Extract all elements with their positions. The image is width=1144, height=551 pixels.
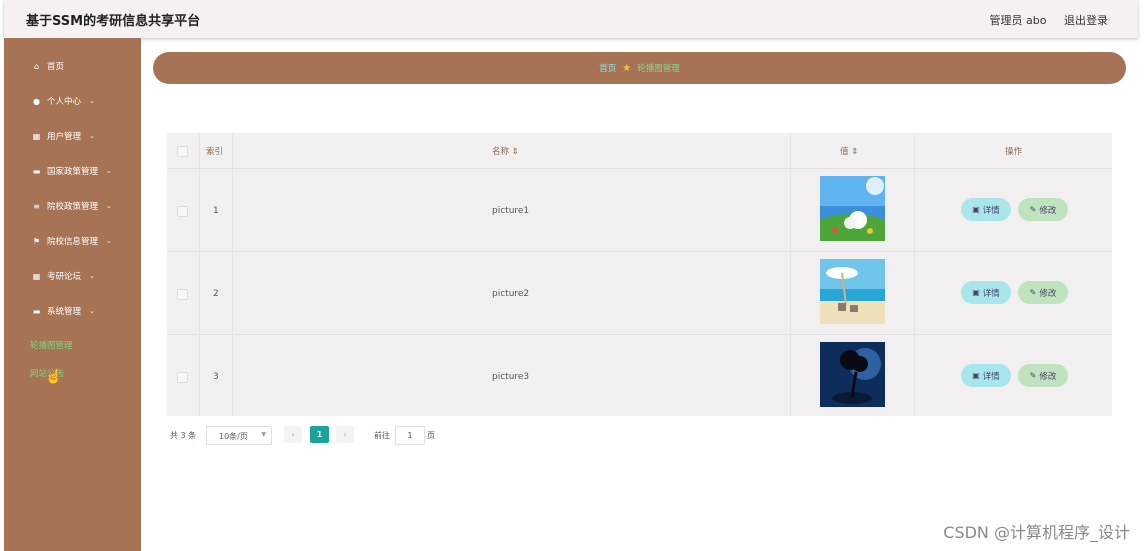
- row-index: 3: [213, 372, 219, 382]
- sidebar-item-label: 用户管理: [47, 132, 82, 142]
- edit-label: 修改: [1039, 205, 1057, 216]
- header-action: 操作: [1005, 147, 1023, 157]
- document-icon: ▣: [972, 205, 980, 214]
- total-count: 共 3 条: [170, 431, 197, 440]
- header-value[interactable]: 值 ⇕: [840, 145, 858, 157]
- next-page-button[interactable]: ›: [336, 426, 354, 443]
- detail-button[interactable]: ▣ 详情: [961, 364, 1011, 387]
- breadcrumb-current: 轮播图管理: [637, 64, 680, 74]
- page-size-value: 10条/页: [219, 432, 248, 441]
- breadcrumb-home-link[interactable]: 首页: [599, 62, 616, 74]
- document-icon: ▣: [972, 288, 980, 297]
- row-index: 2: [213, 289, 219, 299]
- table-row: 1 picture1 ▣ 详情 ✎ 修改: [167, 168, 1112, 251]
- sidebar-item-label: 国家政策管理: [47, 167, 99, 177]
- row-checkbox[interactable]: [177, 372, 188, 383]
- sidebar-item-national-policy[interactable]: ▬ 国家政策管理 ⌄: [32, 165, 112, 178]
- goto-page-input[interactable]: 1: [395, 426, 425, 445]
- card-icon: ▬: [32, 166, 41, 176]
- table-row: 3 picture3 ▣ 详情 ✎ 修改: [167, 334, 1112, 417]
- chevron-down-icon: ⌄: [106, 202, 112, 210]
- card-icon: ▬: [32, 306, 41, 316]
- sidebar-item-label: 考研论坛: [47, 272, 82, 282]
- data-table: 索引 名称 ⇕ 值 ⇕ 操作 1 picture1 ▣ 详情 ✎ 修改 2 pict…: [167, 133, 1112, 416]
- sidebar-item-system-management[interactable]: ▬ 系统管理 ⌄: [32, 305, 95, 318]
- top-header: 基于SSM的考研信息共享平台 管理员 abo 退出登录: [4, 0, 1138, 38]
- home-icon: ⌂: [33, 61, 40, 71]
- sidebar-item-label: 院校信息管理: [47, 237, 99, 247]
- chevron-down-icon: ⌄: [89, 97, 95, 105]
- header-name[interactable]: 名称 ⇕: [492, 145, 519, 157]
- sidebar-item-home[interactable]: ⌂ 首页: [32, 60, 65, 73]
- watermark: CSDN @计算机程序_设计: [943, 523, 1130, 542]
- grid-icon: ▦: [32, 131, 41, 141]
- logout-link[interactable]: 退出登录: [1064, 14, 1108, 27]
- sidebar-item-label: 首页: [47, 62, 65, 72]
- detail-label: 详情: [982, 371, 1000, 382]
- pencil-icon: ✎: [1029, 371, 1037, 380]
- chevron-down-icon: ⌄: [106, 167, 112, 175]
- person-icon: ●: [33, 96, 40, 106]
- row-image: [820, 342, 885, 407]
- sidebar: ⌂ 首页 ● 个人中心 ⌄ ▦ 用户管理 ⌄ ▬ 国家政策管理 ⌄ ≡ 院校政策…: [4, 38, 141, 551]
- detail-label: 详情: [982, 288, 1000, 299]
- app-title: 基于SSM的考研信息共享平台: [26, 14, 201, 29]
- table-row: 2 picture2 ▣ 详情 ✎ 修改: [167, 251, 1112, 334]
- select-all-checkbox[interactable]: [177, 146, 188, 157]
- flag-icon: ⚑: [32, 236, 41, 246]
- page-size-select[interactable]: 10条/页 ▼: [206, 426, 272, 445]
- breadcrumb: 首页 ★ 轮播图管理: [153, 52, 1126, 84]
- list-icon: ≡: [33, 201, 40, 211]
- goto-label: 前往: [374, 431, 390, 440]
- current-user: 管理员 abo: [989, 14, 1047, 27]
- chevron-down-icon: ⌄: [89, 132, 95, 140]
- header-index: 索引: [206, 147, 224, 157]
- row-image: [820, 259, 885, 324]
- row-image: [820, 176, 885, 241]
- row-checkbox[interactable]: [177, 289, 188, 300]
- row-index: 1: [213, 206, 219, 216]
- hand-cursor-icon: ☝: [45, 368, 63, 384]
- prev-page-button[interactable]: ‹: [284, 426, 302, 443]
- sidebar-item-personal-center[interactable]: ● 个人中心 ⌄: [32, 95, 95, 108]
- star-icon: ★: [622, 62, 632, 74]
- edit-label: 修改: [1039, 371, 1057, 382]
- sidebar-item-school-info[interactable]: ⚑ 院校信息管理 ⌄: [32, 235, 112, 248]
- edit-button[interactable]: ✎ 修改: [1018, 364, 1068, 387]
- pencil-icon: ✎: [1029, 288, 1037, 297]
- table-header: 索引 名称 ⇕ 值 ⇕ 操作: [167, 133, 1112, 167]
- edit-button[interactable]: ✎ 修改: [1018, 198, 1068, 221]
- grid-icon: ▦: [32, 271, 41, 281]
- edit-label: 修改: [1039, 288, 1057, 299]
- row-name: picture1: [492, 206, 530, 216]
- sidebar-item-user-management[interactable]: ▦ 用户管理 ⌄: [32, 130, 95, 143]
- detail-label: 详情: [982, 205, 1000, 216]
- submenu-carousel-management[interactable]: 轮播图管理: [30, 339, 73, 351]
- detail-button[interactable]: ▣ 详情: [961, 281, 1011, 304]
- sidebar-item-forum[interactable]: ▦ 考研论坛 ⌄: [32, 270, 95, 283]
- sidebar-item-school-policy[interactable]: ≡ 院校政策管理 ⌄: [32, 200, 112, 213]
- row-name: picture3: [492, 372, 530, 382]
- document-icon: ▣: [972, 371, 980, 380]
- chevron-down-icon: ▼: [261, 431, 266, 438]
- edit-button[interactable]: ✎ 修改: [1018, 281, 1068, 304]
- header-user-area: 管理员 abo 退出登录: [976, 12, 1108, 28]
- pencil-icon: ✎: [1029, 205, 1037, 214]
- chevron-down-icon: ⌄: [89, 307, 95, 315]
- detail-button[interactable]: ▣ 详情: [961, 198, 1011, 221]
- chevron-down-icon: ⌄: [89, 272, 95, 280]
- sidebar-item-label: 个人中心: [47, 97, 82, 107]
- row-checkbox[interactable]: [177, 206, 188, 217]
- row-name: picture2: [492, 289, 530, 299]
- chevron-down-icon: ⌄: [106, 237, 112, 245]
- sidebar-item-label: 院校政策管理: [47, 202, 99, 212]
- sidebar-item-label: 系统管理: [47, 307, 82, 317]
- page-number-current[interactable]: 1: [310, 426, 329, 443]
- page-unit-label: 页: [427, 431, 435, 440]
